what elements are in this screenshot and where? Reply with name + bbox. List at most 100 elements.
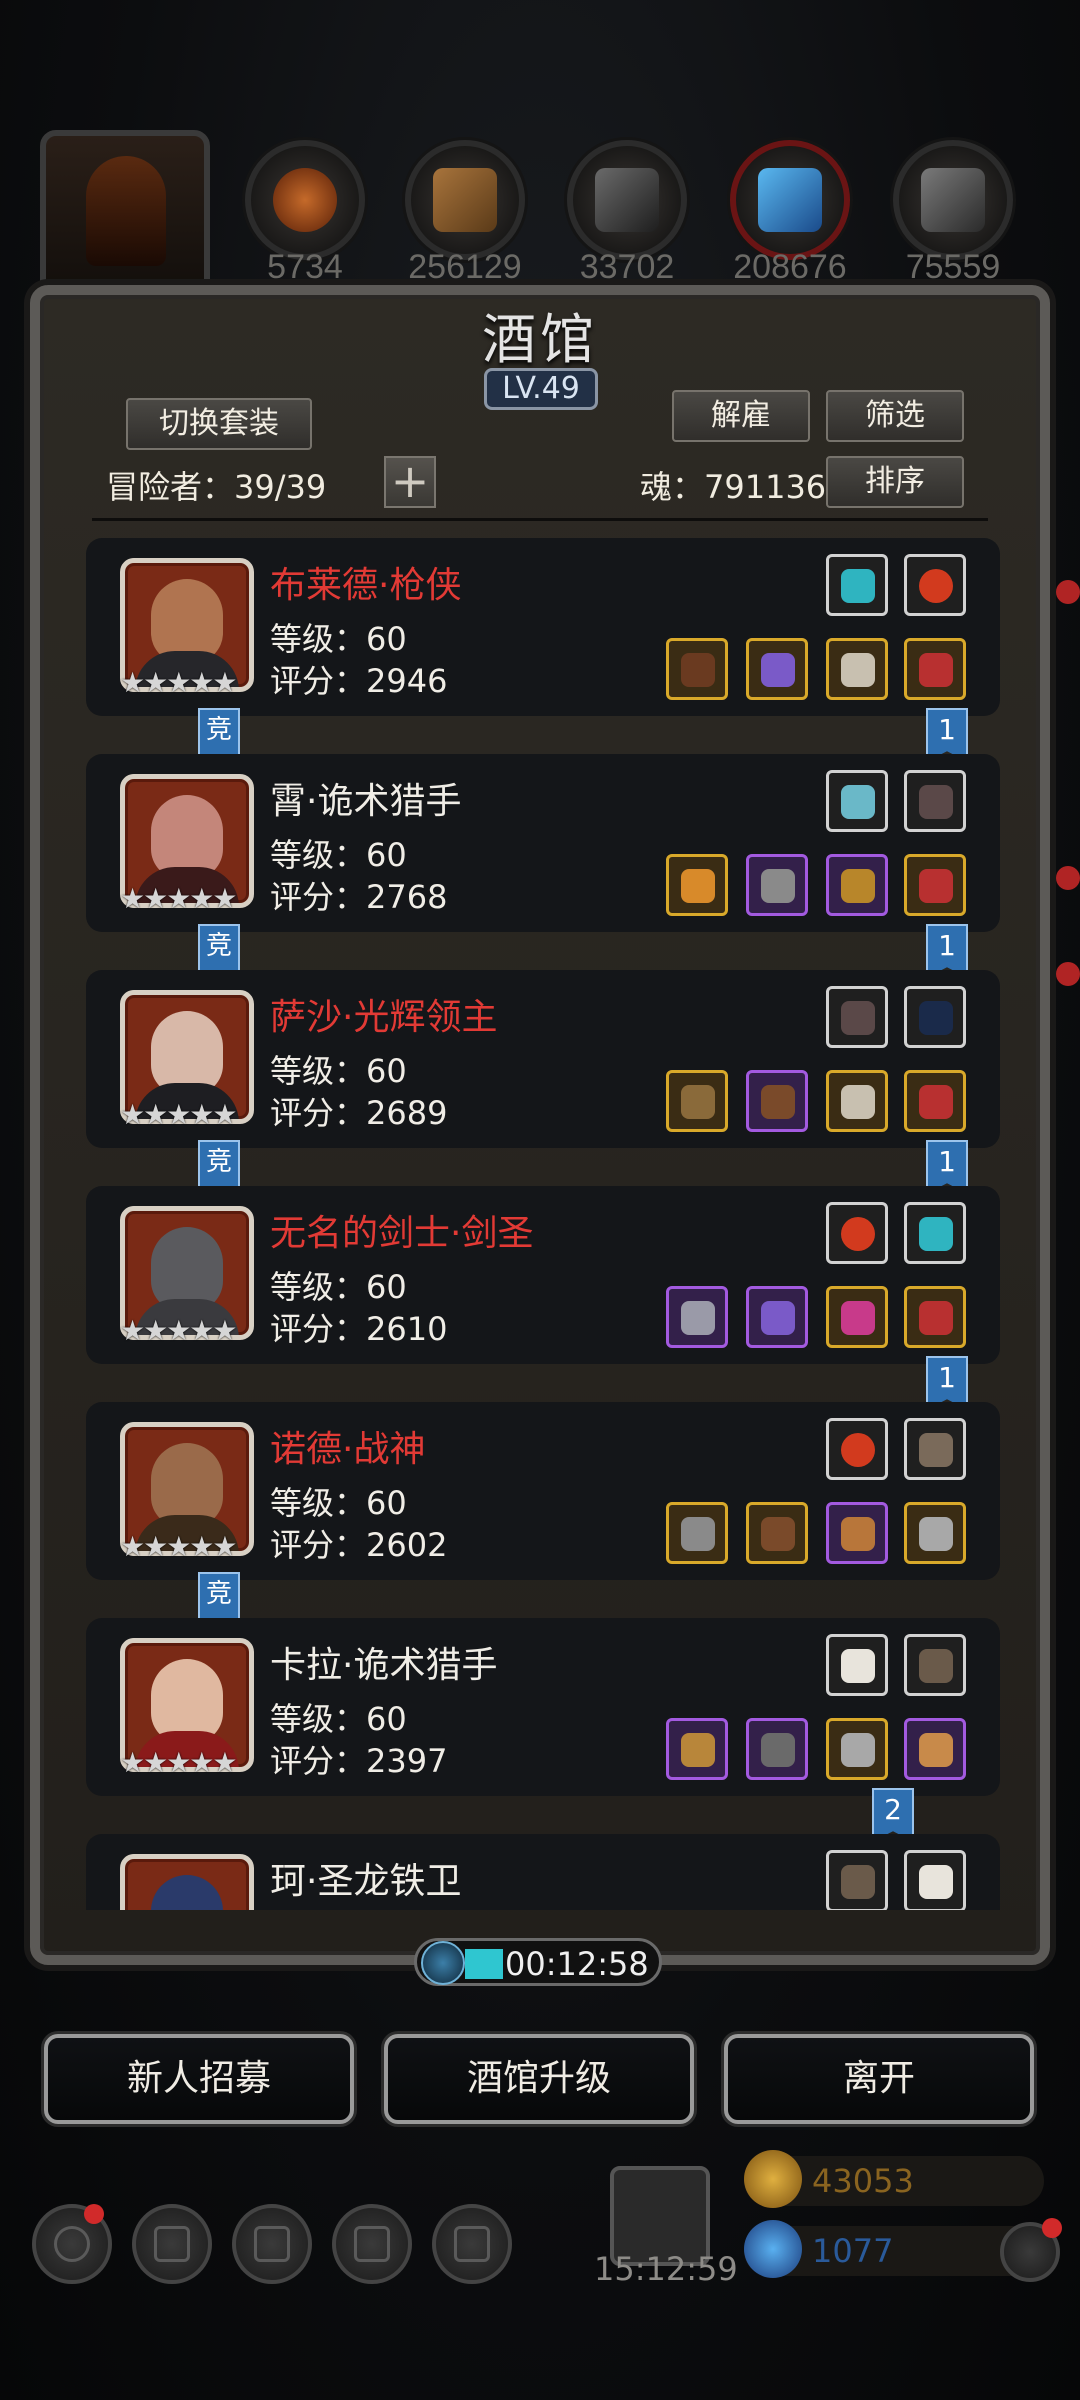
weapon-slot[interactable] bbox=[666, 1286, 728, 1348]
gem-slot[interactable] bbox=[826, 1202, 888, 1264]
resource-slot-wood[interactable] bbox=[405, 140, 525, 260]
gift-timer: 15:12:59 bbox=[594, 2250, 738, 2288]
claw-icon bbox=[919, 1649, 953, 1683]
dagger-icon bbox=[681, 1733, 715, 1767]
bracer-icon bbox=[919, 1733, 953, 1767]
banner-icon bbox=[254, 2226, 290, 2262]
bow-icon bbox=[919, 1001, 953, 1035]
weapon-slot[interactable] bbox=[666, 1502, 728, 1564]
feather-icon bbox=[841, 1649, 875, 1683]
gloves-icon bbox=[841, 869, 875, 903]
helmet-slot[interactable] bbox=[904, 1718, 966, 1780]
gear-icon bbox=[54, 2226, 90, 2262]
resource-slot-stone[interactable] bbox=[567, 140, 687, 260]
gloves-slot[interactable] bbox=[826, 638, 888, 700]
gloves-icon bbox=[841, 1085, 875, 1119]
helmet-slot[interactable] bbox=[904, 1502, 966, 1564]
hero-name: 无名的剑士·剑圣 bbox=[270, 1213, 534, 1254]
resource-slot-ore[interactable] bbox=[245, 140, 365, 260]
gem-slot[interactable] bbox=[904, 770, 966, 832]
armor-slot[interactable] bbox=[746, 1070, 808, 1132]
gloves-slot[interactable] bbox=[826, 854, 888, 916]
divider bbox=[92, 518, 988, 521]
sort-button[interactable]: 排序 bbox=[826, 456, 964, 508]
gem-slot[interactable] bbox=[826, 1418, 888, 1480]
crystal-icon bbox=[758, 168, 822, 232]
helmet-slot[interactable] bbox=[904, 1286, 966, 1348]
gold-coin-icon bbox=[744, 2150, 802, 2208]
helmet-slot[interactable] bbox=[904, 638, 966, 700]
staff-icon bbox=[681, 869, 715, 903]
gem-slot[interactable] bbox=[904, 1202, 966, 1264]
iron-icon bbox=[921, 168, 985, 232]
filter-button[interactable]: 筛选 bbox=[826, 390, 964, 442]
helmet-icon bbox=[919, 869, 953, 903]
gloves-slot[interactable] bbox=[826, 1286, 888, 1348]
armor-slot[interactable] bbox=[746, 638, 808, 700]
timer-progress bbox=[465, 1949, 503, 1979]
helmet-icon bbox=[919, 653, 953, 687]
helmet-slot[interactable] bbox=[904, 1070, 966, 1132]
gloves-slot[interactable] bbox=[826, 1070, 888, 1132]
expand-slots-button[interactable]: + bbox=[384, 456, 436, 508]
gem-slot[interactable] bbox=[826, 770, 888, 832]
hero-card[interactable]: ★★★★★ 布莱德·枪侠 等级：60 评分：2946 bbox=[86, 538, 1000, 716]
gem-slot[interactable] bbox=[826, 1634, 888, 1696]
bracer-icon bbox=[841, 1517, 875, 1551]
resource-slot-iron[interactable] bbox=[893, 140, 1013, 260]
gem-slot[interactable] bbox=[904, 554, 966, 616]
hero-card[interactable]: ★★★★★ 卡拉·诡术猎手 等级：60 评分：2397 bbox=[86, 1618, 1000, 1796]
hero-name: 布莱德·枪侠 bbox=[270, 565, 462, 606]
switch-outfit-button[interactable]: 切换套装 bbox=[126, 398, 312, 450]
armor-icon bbox=[761, 653, 795, 687]
upgrade-tavern-button[interactable]: 酒馆升级 bbox=[384, 2034, 694, 2124]
stone-icon bbox=[595, 168, 659, 232]
notification-dot bbox=[84, 2204, 104, 2224]
helmet-slot[interactable] bbox=[904, 854, 966, 916]
gem-slot[interactable] bbox=[826, 1850, 888, 1910]
leave-button[interactable]: 离开 bbox=[724, 2034, 1034, 2124]
hero-avatar bbox=[120, 1854, 254, 1910]
hero-card[interactable]: ★★★★★ 萨沙·光辉领主 等级：60 评分：2689 bbox=[86, 970, 1000, 1148]
star-menu-icon[interactable] bbox=[132, 2204, 212, 2284]
recruit-timer: 00:12:58 bbox=[414, 1938, 662, 1986]
hero-card[interactable]: ★★★★★ 霄·诡术猎手 等级：60 评分：2768 bbox=[86, 754, 1000, 932]
hero-card[interactable]: ★★★★★ 无名的剑士·剑圣 等级：60 评分：2610 bbox=[86, 1186, 1000, 1364]
armor-slot[interactable] bbox=[746, 1286, 808, 1348]
gem-slot[interactable] bbox=[904, 986, 966, 1048]
helmet-icon bbox=[919, 1085, 953, 1119]
tavern-level-badge: LV.49 bbox=[484, 368, 598, 410]
armor-slot[interactable] bbox=[746, 1718, 808, 1780]
armor-slot[interactable] bbox=[746, 1502, 808, 1564]
star-rating: ★★★★★ bbox=[120, 882, 238, 915]
weapon-slot[interactable] bbox=[666, 854, 728, 916]
dismiss-button[interactable]: 解雇 bbox=[672, 390, 810, 442]
gold-value: 43053 bbox=[812, 2162, 914, 2200]
hero-name: 萨沙·光辉领主 bbox=[270, 997, 498, 1038]
axe-icon bbox=[681, 1517, 715, 1551]
gauntlet-icon bbox=[919, 1433, 953, 1467]
hero-card[interactable]: 珂·圣龙铁卫 bbox=[86, 1834, 1000, 1910]
gem-slot[interactable] bbox=[904, 1634, 966, 1696]
weapon-slot[interactable] bbox=[666, 638, 728, 700]
mail-icon[interactable] bbox=[332, 2204, 412, 2284]
gloves-slot[interactable] bbox=[826, 1502, 888, 1564]
soul-count: 魂：791136 bbox=[640, 468, 827, 506]
hero-list[interactable]: ★★★★★ 布莱德·枪侠 等级：60 评分：2946 竞 1 ★★★★★ 霄·诡… bbox=[86, 532, 1016, 1910]
gloves-slot[interactable] bbox=[826, 1718, 888, 1780]
chest-icon[interactable] bbox=[432, 2204, 512, 2284]
player-portrait[interactable] bbox=[40, 130, 210, 300]
resource-slot-crystal[interactable] bbox=[730, 140, 850, 260]
weapon-slot[interactable] bbox=[666, 1718, 728, 1780]
panel-title: 酒馆 bbox=[482, 308, 598, 371]
gem-slot[interactable] bbox=[826, 986, 888, 1048]
recruit-button[interactable]: 新人招募 bbox=[44, 2034, 354, 2124]
gem-slot[interactable] bbox=[904, 1418, 966, 1480]
gem-slot[interactable] bbox=[904, 1850, 966, 1910]
guild-icon[interactable] bbox=[232, 2204, 312, 2284]
weapon-slot[interactable] bbox=[666, 1070, 728, 1132]
armor-slot[interactable] bbox=[746, 854, 808, 916]
hero-card[interactable]: ★★★★★ 诺德·战神 等级：60 评分：2602 bbox=[86, 1402, 1000, 1580]
armor-icon bbox=[761, 869, 795, 903]
gem-slot[interactable] bbox=[826, 554, 888, 616]
